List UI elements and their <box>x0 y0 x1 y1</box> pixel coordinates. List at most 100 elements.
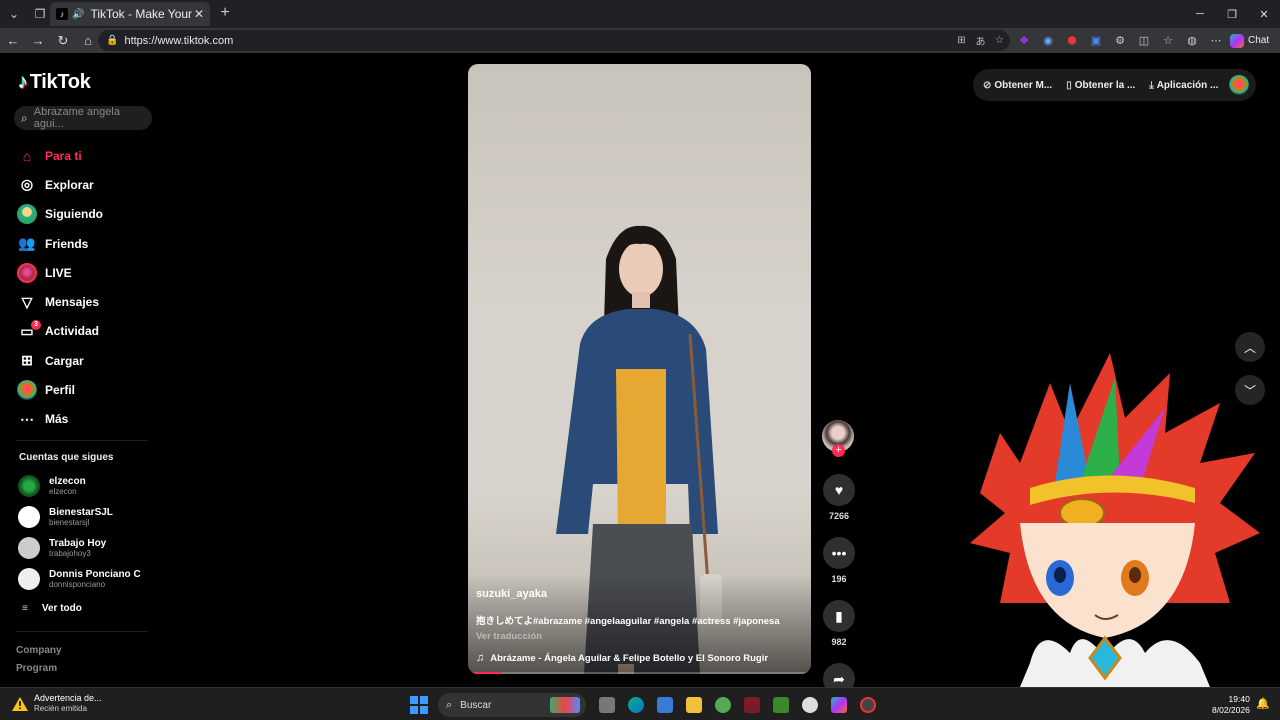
creator-avatar[interactable]: + <box>822 420 854 457</box>
restore-icon[interactable]: ❐ <box>1216 0 1248 28</box>
live-avatar-icon <box>16 262 38 284</box>
sidebar-item-mensajes[interactable]: ▽ Mensajes <box>16 287 156 316</box>
sidebar-item-friends[interactable]: 👥 Friends <box>16 229 156 258</box>
extensions-icon[interactable]: ⚙ <box>1108 30 1132 51</box>
extension-red-icon[interactable]: ⬢ <box>1060 30 1084 51</box>
comment-action: ••• 196 <box>821 537 857 584</box>
notification-widget[interactable]: Advertencia de... Recién emitida <box>12 693 102 714</box>
footer-link-program[interactable]: Program <box>16 663 57 674</box>
app-available-icon[interactable]: ⊞ <box>952 30 971 51</box>
minimize-icon[interactable]: ─ <box>1184 0 1216 28</box>
back-icon[interactable]: ← <box>1 30 25 52</box>
extension-translate-icon[interactable]: ▣ <box>1084 30 1108 51</box>
edge-icon[interactable] <box>621 692 650 718</box>
refresh-icon[interactable]: ↻ <box>51 30 75 52</box>
close-tab-icon[interactable]: ✕ <box>194 7 204 21</box>
start-windows-icon[interactable] <box>410 696 428 714</box>
account-handle: elzecon <box>49 486 77 496</box>
search-input[interactable]: ⌕ Abrazame angela agui... <box>14 106 152 130</box>
audio-playing-icon[interactable]: 🔊 <box>72 9 84 20</box>
home-icon[interactable]: ⌂ <box>76 30 100 52</box>
header-item-label: Obtener M... <box>994 79 1053 91</box>
friends-icon: 👥 <box>18 235 36 252</box>
account-item[interactable]: Donnis Ponciano Cdonnisponciano <box>18 568 141 590</box>
send-icon: ▽ <box>21 293 33 310</box>
follow-plus-icon[interactable]: + <box>832 444 845 457</box>
copilot-icon <box>1230 33 1244 48</box>
sidebar-item-actividad[interactable]: ▭ 3 Actividad <box>16 317 156 346</box>
file-explorer-icon[interactable] <box>679 692 708 718</box>
activity-badge: 3 <box>31 319 41 330</box>
account-item[interactable]: elzecon elzecon <box>18 475 86 497</box>
see-translation-link[interactable]: Ver traducción <box>476 631 542 642</box>
tiktok-note-icon: ♪ <box>18 71 28 93</box>
get-app-button[interactable]: ▯ Obtener la ... <box>1066 80 1135 91</box>
close-window-icon[interactable]: ✕ <box>1248 0 1280 28</box>
sidebar-item-mas[interactable]: ⋯ Más <box>16 405 156 434</box>
video-progress-bar[interactable] <box>468 672 811 674</box>
account-item[interactable]: BienestarSJL bienestarsjl <box>18 506 113 528</box>
sidebar-item-explorar[interactable]: ◎ Explorar <box>16 170 156 199</box>
tab-title: TikTok - Make Your Day <box>90 7 193 21</box>
clock-time: 19:40 <box>1228 694 1250 704</box>
account-name: BienestarSJL <box>49 506 113 518</box>
video-player[interactable]: suzuki_ayaka 抱きしめてよ#abrazame #angelaagui… <box>468 64 811 674</box>
video-caption: 抱きしめてよ#abrazame #angelaaguilar #angela #… <box>476 616 780 627</box>
app-m-icon[interactable] <box>737 692 766 718</box>
user-avatar[interactable] <box>1229 75 1249 95</box>
xbox-icon[interactable] <box>708 692 737 718</box>
minecraft-icon[interactable] <box>766 692 795 718</box>
favorites-icon[interactable]: ☆ <box>1156 30 1180 51</box>
video-music[interactable]: ♫ Abrázame - Ángela Aguilar & Felipe Bot… <box>476 652 768 664</box>
split-screen-icon[interactable]: ◫ <box>1132 30 1156 51</box>
sidebar-item-label: LIVE <box>45 265 72 280</box>
search-icon: ⌕ <box>21 110 28 125</box>
lock-icon[interactable]: 🔒 <box>106 35 118 46</box>
extension-purple-icon[interactable]: ❖ <box>1012 30 1036 51</box>
see-all-button[interactable]: ≡ Ver todo <box>22 603 82 614</box>
taskbar-search[interactable]: ⌕ Buscar <box>438 693 586 717</box>
new-tab-button[interactable]: + <box>216 4 234 22</box>
url-field[interactable]: 🔒 https://www.tiktok.com <box>98 30 1010 51</box>
video-author[interactable]: suzuki_ayaka <box>476 588 547 600</box>
compass-icon: ◎ <box>20 176 34 193</box>
favorite-star-icon[interactable]: ☆ <box>990 30 1009 51</box>
url-actions: ⊞ あ ☆ <box>952 30 1009 51</box>
heart-icon[interactable]: ♥ <box>823 474 855 506</box>
system-clock[interactable]: 19:40 8/02/2026 <box>1212 694 1250 716</box>
workspaces-icon[interactable]: ❐ <box>28 2 52 26</box>
store-icon[interactable] <box>650 692 679 718</box>
notifications-bell-icon[interactable]: 🔔 <box>1256 697 1270 710</box>
desktop-app-button[interactable]: ⤓ Aplicación ... <box>1149 80 1218 91</box>
bookmark-icon[interactable]: ▮ <box>823 600 855 632</box>
sidebar-item-live[interactable]: LIVE <box>16 258 156 287</box>
tiktok-logo[interactable]: ♪ TikTok <box>18 71 91 94</box>
header-item-label: Obtener la ... <box>1074 79 1136 91</box>
forward-icon[interactable]: → <box>26 30 50 52</box>
copilot-app-icon[interactable] <box>824 692 853 718</box>
browser-tab[interactable]: ♪ 🔊 TikTok - Make Your Day ✕ <box>50 2 210 26</box>
footer-link-company[interactable]: Company <box>16 645 62 656</box>
sidebar-item-siguiendo[interactable]: Siguiendo <box>16 200 156 229</box>
account-item[interactable]: Trabajo Hoy trabajohoy3 <box>18 537 106 559</box>
copilot-chat-button[interactable]: Chat <box>1230 30 1269 51</box>
task-view-icon[interactable] <box>592 692 621 718</box>
sidebar-item-label: Friends <box>45 236 89 251</box>
sidebar-item-para-ti[interactable]: ⌂ Para ti <box>16 141 156 170</box>
extension-blue-icon[interactable]: ◉ <box>1036 30 1060 51</box>
profile-icon[interactable]: ◍ <box>1180 30 1204 51</box>
sidebar-item-label: Más <box>45 412 69 427</box>
sidebar-item-perfil[interactable]: Perfil <box>16 375 156 404</box>
tab-actions-icon[interactable]: ⌄ <box>2 2 26 26</box>
recorder-icon[interactable] <box>853 692 882 718</box>
sidebar-item-label: Actividad <box>45 324 100 339</box>
video-actions: + ♥ 7266 ••• 196 ▮ 982 ➦ 386 <box>821 420 857 710</box>
comment-icon[interactable]: ••• <box>823 537 855 569</box>
settings-more-icon[interactable]: ⋯ <box>1204 30 1228 51</box>
list-icon: ≡ <box>22 603 28 614</box>
sidebar-item-cargar[interactable]: ⊞ Cargar <box>16 346 156 375</box>
sidebar-item-label: Siguiendo <box>45 207 103 222</box>
translate-icon[interactable]: あ <box>971 30 990 51</box>
get-coins-button[interactable]: ⊘ Obtener M... <box>983 80 1052 91</box>
chat-app-icon[interactable] <box>795 692 824 718</box>
